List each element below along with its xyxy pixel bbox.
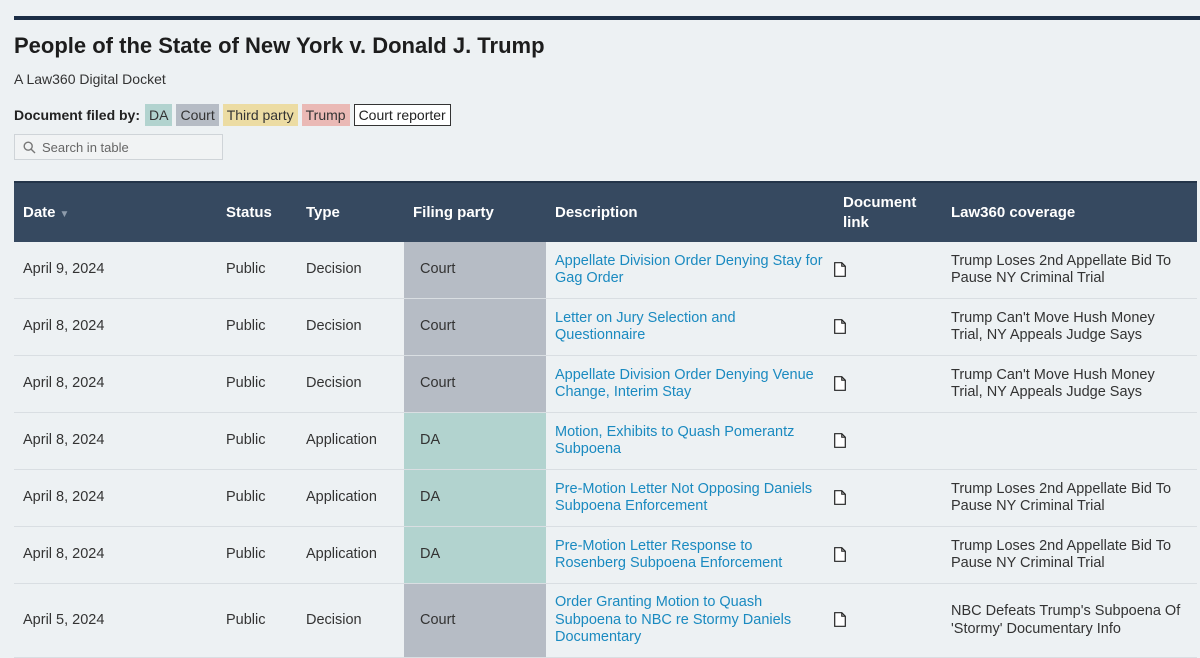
table-row: April 8, 2024 Public Decision Court Appellat… <box>14 355 1197 413</box>
legend-chip-da[interactable]: DA <box>145 104 173 126</box>
cell-status: Public <box>217 412 297 470</box>
sort-descending-icon: ▼ <box>59 209 70 220</box>
cell-status: Public <box>217 298 297 356</box>
cell-filing-party: DA <box>404 526 546 584</box>
cell-type: Decision <box>297 298 404 356</box>
legend-chip-third-party[interactable]: Third party <box>222 104 298 126</box>
legend-chip-court-reporter[interactable]: Court reporter <box>353 104 451 126</box>
table-header-row: Date ▼ Status Type Filing party Descripti… <box>14 181 1197 242</box>
docket-table: Date ▼ Status Type Filing party Descripti… <box>14 181 1197 658</box>
cell-date: April 5, 2024 <box>14 583 217 658</box>
cell-status: Public <box>217 469 297 527</box>
cell-filing-party: Court <box>404 242 546 299</box>
cell-status: Public <box>217 242 297 299</box>
column-header-filing-party[interactable]: Filing party <box>404 181 546 242</box>
description-link[interactable]: Appellate Division Order Denying Stay fo… <box>555 253 825 288</box>
document-icon[interactable] <box>834 261 846 277</box>
cell-description: Appellate Division Order Denying Stay fo… <box>546 242 834 299</box>
cell-law360-coverage: Trump Can't Move Hush Money Trial, NY Ap… <box>942 298 1197 356</box>
description-link[interactable]: Pre-Motion Letter Not Opposing Daniels S… <box>555 481 825 516</box>
legend-chip-trump[interactable]: Trump <box>301 104 350 126</box>
cell-status: Public <box>217 526 297 584</box>
table-row: April 8, 2024 Public Application DA Pre-Moti… <box>14 469 1197 527</box>
cell-type: Application <box>297 469 404 527</box>
search-icon <box>23 141 36 159</box>
cell-status: Public <box>217 355 297 413</box>
column-header-law360-coverage[interactable]: Law360 coverage <box>942 181 1197 242</box>
table-row: April 8, 2024 Public Application DA Pre-Moti… <box>14 526 1197 584</box>
table-row: April 8, 2024 Public Application DA Motion, … <box>14 412 1197 470</box>
table-row: April 9, 2024 Public Decision Court Appellat… <box>14 242 1197 299</box>
description-link[interactable]: Motion, Exhibits to Quash Pomerantz Subp… <box>555 424 825 459</box>
cell-date: April 8, 2024 <box>14 355 217 413</box>
cell-type: Decision <box>297 355 404 413</box>
page-subtitle: A Law360 Digital Docket <box>14 71 166 87</box>
document-icon[interactable] <box>834 546 846 562</box>
cell-type: Application <box>297 412 404 470</box>
description-link[interactable]: Order Granting Motion to Quash Subpoena … <box>555 594 825 647</box>
document-icon[interactable] <box>834 375 846 391</box>
top-accent-bar <box>14 16 1200 20</box>
cell-law360-coverage: Trump Can't Move Hush Money Trial, NY Ap… <box>942 355 1197 413</box>
legend-label: Document filed by: <box>14 107 141 123</box>
document-icon[interactable] <box>834 489 846 505</box>
cell-description: Pre-Motion Letter Response to Rosenberg … <box>546 526 834 584</box>
cell-document-link <box>834 242 942 299</box>
cell-document-link <box>834 469 942 527</box>
cell-law360-coverage <box>942 412 1197 470</box>
cell-law360-coverage: NBC Defeats Trump's Subpoena Of 'Stormy'… <box>942 583 1197 658</box>
column-header-description[interactable]: Description <box>546 181 834 242</box>
cell-description: Appellate Division Order Denying Venue C… <box>546 355 834 413</box>
cell-filing-party: DA <box>404 412 546 470</box>
cell-date: April 8, 2024 <box>14 298 217 356</box>
cell-description: Letter on Jury Selection and Questionnai… <box>546 298 834 356</box>
column-header-date[interactable]: Date ▼ <box>14 181 217 242</box>
column-header-document-link-line2: link <box>843 213 869 231</box>
cell-status: Public <box>217 583 297 658</box>
cell-filing-party: DA <box>404 469 546 527</box>
cell-filing-party: Court <box>404 583 546 658</box>
cell-date: April 9, 2024 <box>14 242 217 299</box>
cell-law360-coverage: Trump Loses 2nd Appellate Bid To Pause N… <box>942 526 1197 584</box>
cell-date: April 8, 2024 <box>14 469 217 527</box>
legend-chip-court[interactable]: Court <box>176 104 219 126</box>
column-header-document-link-line1: Document <box>843 193 917 211</box>
cell-document-link <box>834 412 942 470</box>
cell-date: April 8, 2024 <box>14 412 217 470</box>
page-title: People of the State of New York v. Donal… <box>14 33 545 58</box>
search-box[interactable] <box>14 134 223 160</box>
column-header-type[interactable]: Type <box>297 181 404 242</box>
column-header-date-label: Date <box>23 204 56 221</box>
description-link[interactable]: Pre-Motion Letter Response to Rosenberg … <box>555 538 825 573</box>
document-icon[interactable] <box>834 318 846 334</box>
description-link[interactable]: Appellate Division Order Denying Venue C… <box>555 367 825 402</box>
cell-document-link <box>834 583 942 658</box>
cell-type: Application <box>297 526 404 584</box>
cell-law360-coverage: Trump Loses 2nd Appellate Bid To Pause N… <box>942 469 1197 527</box>
cell-description: Motion, Exhibits to Quash Pomerantz Subp… <box>546 412 834 470</box>
cell-filing-party: Court <box>404 355 546 413</box>
cell-description: Order Granting Motion to Quash Subpoena … <box>546 583 834 658</box>
cell-description: Pre-Motion Letter Not Opposing Daniels S… <box>546 469 834 527</box>
cell-document-link <box>834 298 942 356</box>
table-row: April 8, 2024 Public Decision Court Letter o… <box>14 298 1197 356</box>
cell-date: April 8, 2024 <box>14 526 217 584</box>
search-input[interactable] <box>42 137 217 157</box>
description-link[interactable]: Letter on Jury Selection and Questionnai… <box>555 310 825 345</box>
cell-type: Decision <box>297 583 404 658</box>
column-header-status[interactable]: Status <box>217 181 297 242</box>
table-row: April 5, 2024 Public Decision Court Order Gr… <box>14 583 1197 658</box>
cell-filing-party: Court <box>404 298 546 356</box>
cell-document-link <box>834 355 942 413</box>
cell-document-link <box>834 526 942 584</box>
document-icon[interactable] <box>834 432 846 448</box>
cell-type: Decision <box>297 242 404 299</box>
cell-law360-coverage: Trump Loses 2nd Appellate Bid To Pause N… <box>942 242 1197 299</box>
filed-by-legend: Document filed by: DA Court Third party … <box>14 103 455 127</box>
document-icon[interactable] <box>834 612 846 628</box>
column-header-document-link[interactable]: Document link <box>834 181 942 242</box>
